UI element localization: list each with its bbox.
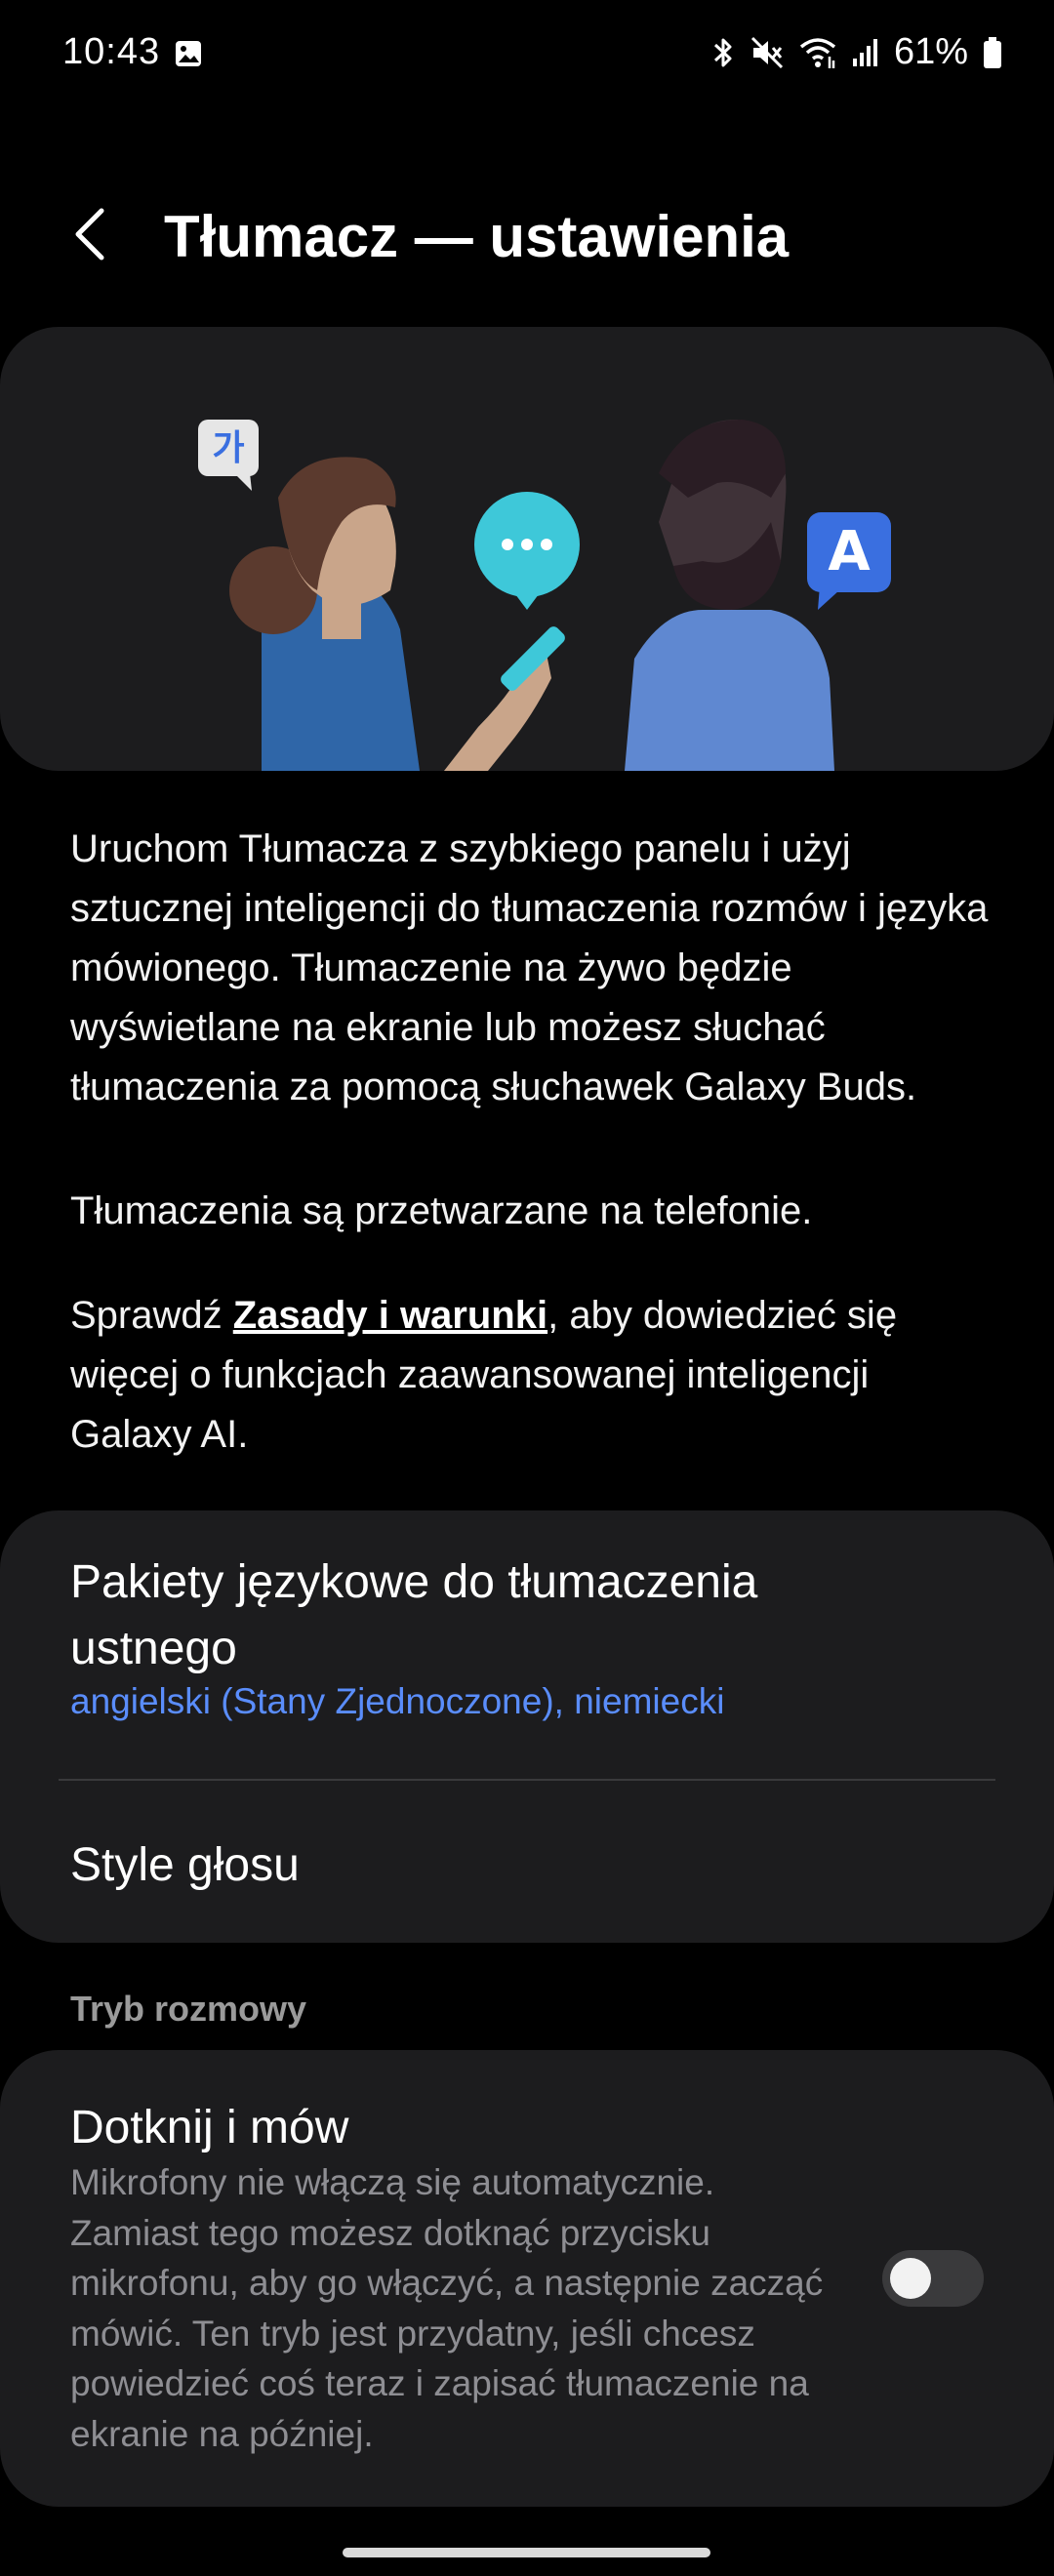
back-arrow-icon[interactable] <box>62 203 121 265</box>
tap-to-talk-card[interactable]: Dotknij i mów Mikrofony nie włączą się a… <box>0 2050 1054 2507</box>
mute-icon <box>750 36 783 68</box>
tap-to-talk-title: Dotknij i mów <box>70 2102 349 2153</box>
terms-prefix: Sprawdź <box>70 1294 233 1337</box>
tap-to-talk-description: Mikrofony nie włączą się automatycznie. … <box>70 2162 824 2454</box>
status-bar: 10:43 61% <box>0 0 1054 107</box>
wifi-icon <box>799 37 836 68</box>
hero-illustration: 가 A <box>0 327 1054 771</box>
section-header-conversation-mode: Tryb rozmowy <box>70 1989 307 2029</box>
intro-paragraph: Uruchom Tłumacza z szybkiego panelu i uż… <box>70 827 989 1108</box>
man-figure <box>625 420 834 771</box>
page-title: Tłumacz — ustawienia <box>164 204 790 269</box>
chat-bubble-icon <box>474 492 580 610</box>
conversation-illustration: 가 A <box>198 420 891 771</box>
terms-link[interactable]: Zasady i warunki <box>233 1294 547 1337</box>
language-packs-title[interactable]: Pakiety językowe do tłumaczenia ustnego <box>70 1550 871 1682</box>
bubble-right-text: A <box>828 520 871 584</box>
korean-speech-bubble-icon: 가 <box>198 420 259 491</box>
language-settings-card: Pakiety językowe do tłumaczenia ustnego … <box>0 1510 1054 1943</box>
gallery-icon <box>176 41 201 66</box>
status-time: 10:43 <box>62 31 161 72</box>
battery-percentage: 61% <box>893 31 968 72</box>
latin-speech-bubble-icon: A <box>807 512 891 610</box>
voice-style-item[interactable]: Style głosu <box>70 1832 871 1899</box>
home-indicator[interactable] <box>343 2548 710 2557</box>
battery-icon <box>984 36 1001 68</box>
bubble-left-text: 가 <box>212 428 244 468</box>
divider <box>59 1779 995 1781</box>
language-packs-value: angielski (Stany Zjednoczone), niemiecki <box>70 1681 725 1721</box>
terms-paragraph: Sprawdź Zasady i warunki, aby dowiedzieć… <box>70 1286 997 1465</box>
signal-icon <box>852 38 877 66</box>
toggle-knob <box>890 2258 931 2299</box>
status-icons: 61% <box>710 31 1003 73</box>
on-device-paragraph: Tłumaczenia są przetwarzane na telefonie… <box>70 1189 813 1232</box>
app-header: Tłumacz — ustawienia <box>0 176 1054 293</box>
tap-to-talk-toggle[interactable] <box>882 2250 984 2307</box>
bluetooth-icon <box>713 38 732 66</box>
